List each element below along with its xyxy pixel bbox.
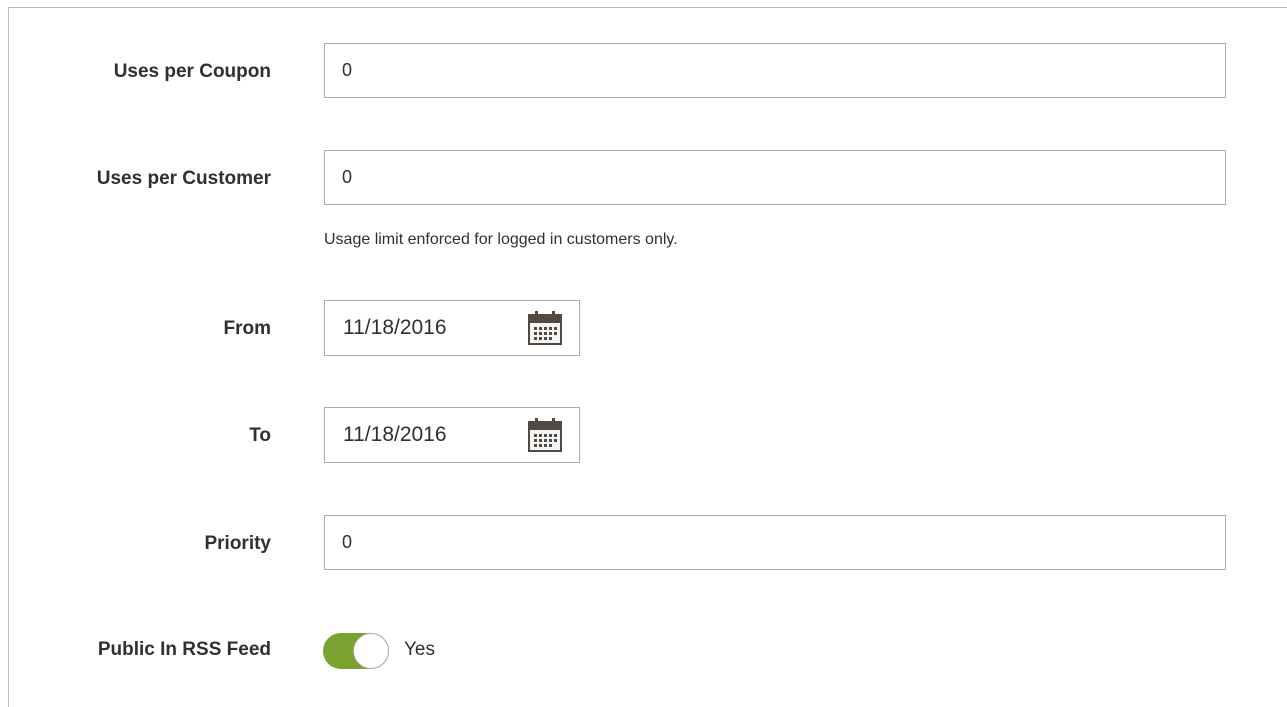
to-date-field bbox=[324, 407, 580, 463]
calendar-icon[interactable] bbox=[527, 417, 563, 453]
to-label: To bbox=[249, 425, 271, 446]
from-label: From bbox=[223, 318, 272, 339]
public-in-rss-feed-state: Yes bbox=[404, 639, 435, 660]
from-date-field bbox=[324, 300, 580, 356]
toggle-knob bbox=[353, 633, 389, 669]
to-date-input[interactable] bbox=[325, 408, 515, 462]
uses-per-customer-label: Uses per Customer bbox=[96, 168, 271, 189]
from-date-input[interactable] bbox=[325, 301, 515, 355]
public-in-rss-feed-label: Public In RSS Feed bbox=[97, 639, 271, 660]
public-in-rss-feed-toggle[interactable] bbox=[323, 633, 389, 669]
calendar-icon[interactable] bbox=[527, 310, 563, 346]
priority-label: Priority bbox=[204, 533, 271, 554]
uses-per-coupon-input[interactable] bbox=[324, 43, 1226, 98]
priority-input[interactable] bbox=[324, 515, 1226, 570]
form-panel bbox=[8, 7, 1287, 707]
uses-per-coupon-label: Uses per Coupon bbox=[113, 61, 271, 82]
uses-per-customer-input[interactable] bbox=[324, 150, 1226, 205]
uses-per-customer-note: Usage limit enforced for logged in custo… bbox=[324, 231, 678, 248]
